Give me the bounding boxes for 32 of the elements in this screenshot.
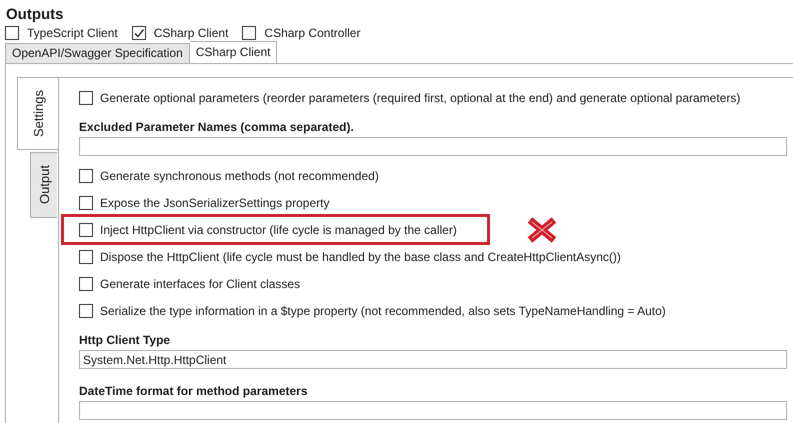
checkbox[interactable]	[79, 222, 93, 236]
checkbox-label: Generate synchronous methods (not recommended)	[100, 168, 379, 182]
input-field[interactable]: System.Net.Http.HttpClient	[79, 350, 787, 369]
checkbox-label: CSharp Client	[154, 26, 228, 40]
checkbox[interactable]	[79, 250, 93, 264]
input-field[interactable]	[79, 401, 787, 420]
checkbox[interactable]	[79, 304, 93, 318]
checkbox-label: Dispose the HttpClient (life cycle must be handled by the base class and CreateHttpClientAsync())	[100, 250, 621, 264]
checkbox[interactable]	[132, 26, 146, 40]
tab[interactable]: CSharp Client	[190, 41, 278, 63]
field-label: Http Client Type	[79, 332, 172, 349]
checkbox[interactable]	[79, 196, 93, 210]
field-label: Excluded Parameter Names (comma separated).	[79, 119, 355, 136]
checkbox-label: Generate interfaces for Client classes	[100, 276, 300, 290]
input-field[interactable]	[79, 137, 787, 156]
checkbox-label: TypeScript Client	[27, 26, 118, 40]
field-label: DateTime format for method parameters	[79, 383, 309, 400]
checkbox-label: CSharp Controller	[264, 26, 360, 40]
cross-icon	[526, 216, 558, 242]
checkbox[interactable]	[79, 90, 93, 104]
checkbox[interactable]	[5, 26, 19, 40]
side-tab[interactable]: Output	[30, 152, 57, 218]
checkbox[interactable]	[79, 276, 93, 290]
checkbox-label: Expose the JsonSerializerSettings property	[100, 196, 330, 210]
checkbox[interactable]	[79, 168, 93, 182]
checkbox-label: Serialize the type information in a $type property (not recommended, also sets TypeNameHandling = Auto)	[100, 304, 666, 318]
side-tab[interactable]: Settings	[17, 78, 58, 150]
tab[interactable]: OpenAPI/Swagger Specification	[5, 43, 190, 63]
checkbox-label: Generate optional parameters (reorder parameters (required first, optional at the end) and generate optional parameters)	[100, 90, 740, 104]
checkbox-label: Inject HttpClient via constructor (life cycle is managed by the caller)	[100, 222, 457, 236]
section-title: Outputs	[6, 5, 64, 25]
checkbox[interactable]	[242, 26, 256, 40]
